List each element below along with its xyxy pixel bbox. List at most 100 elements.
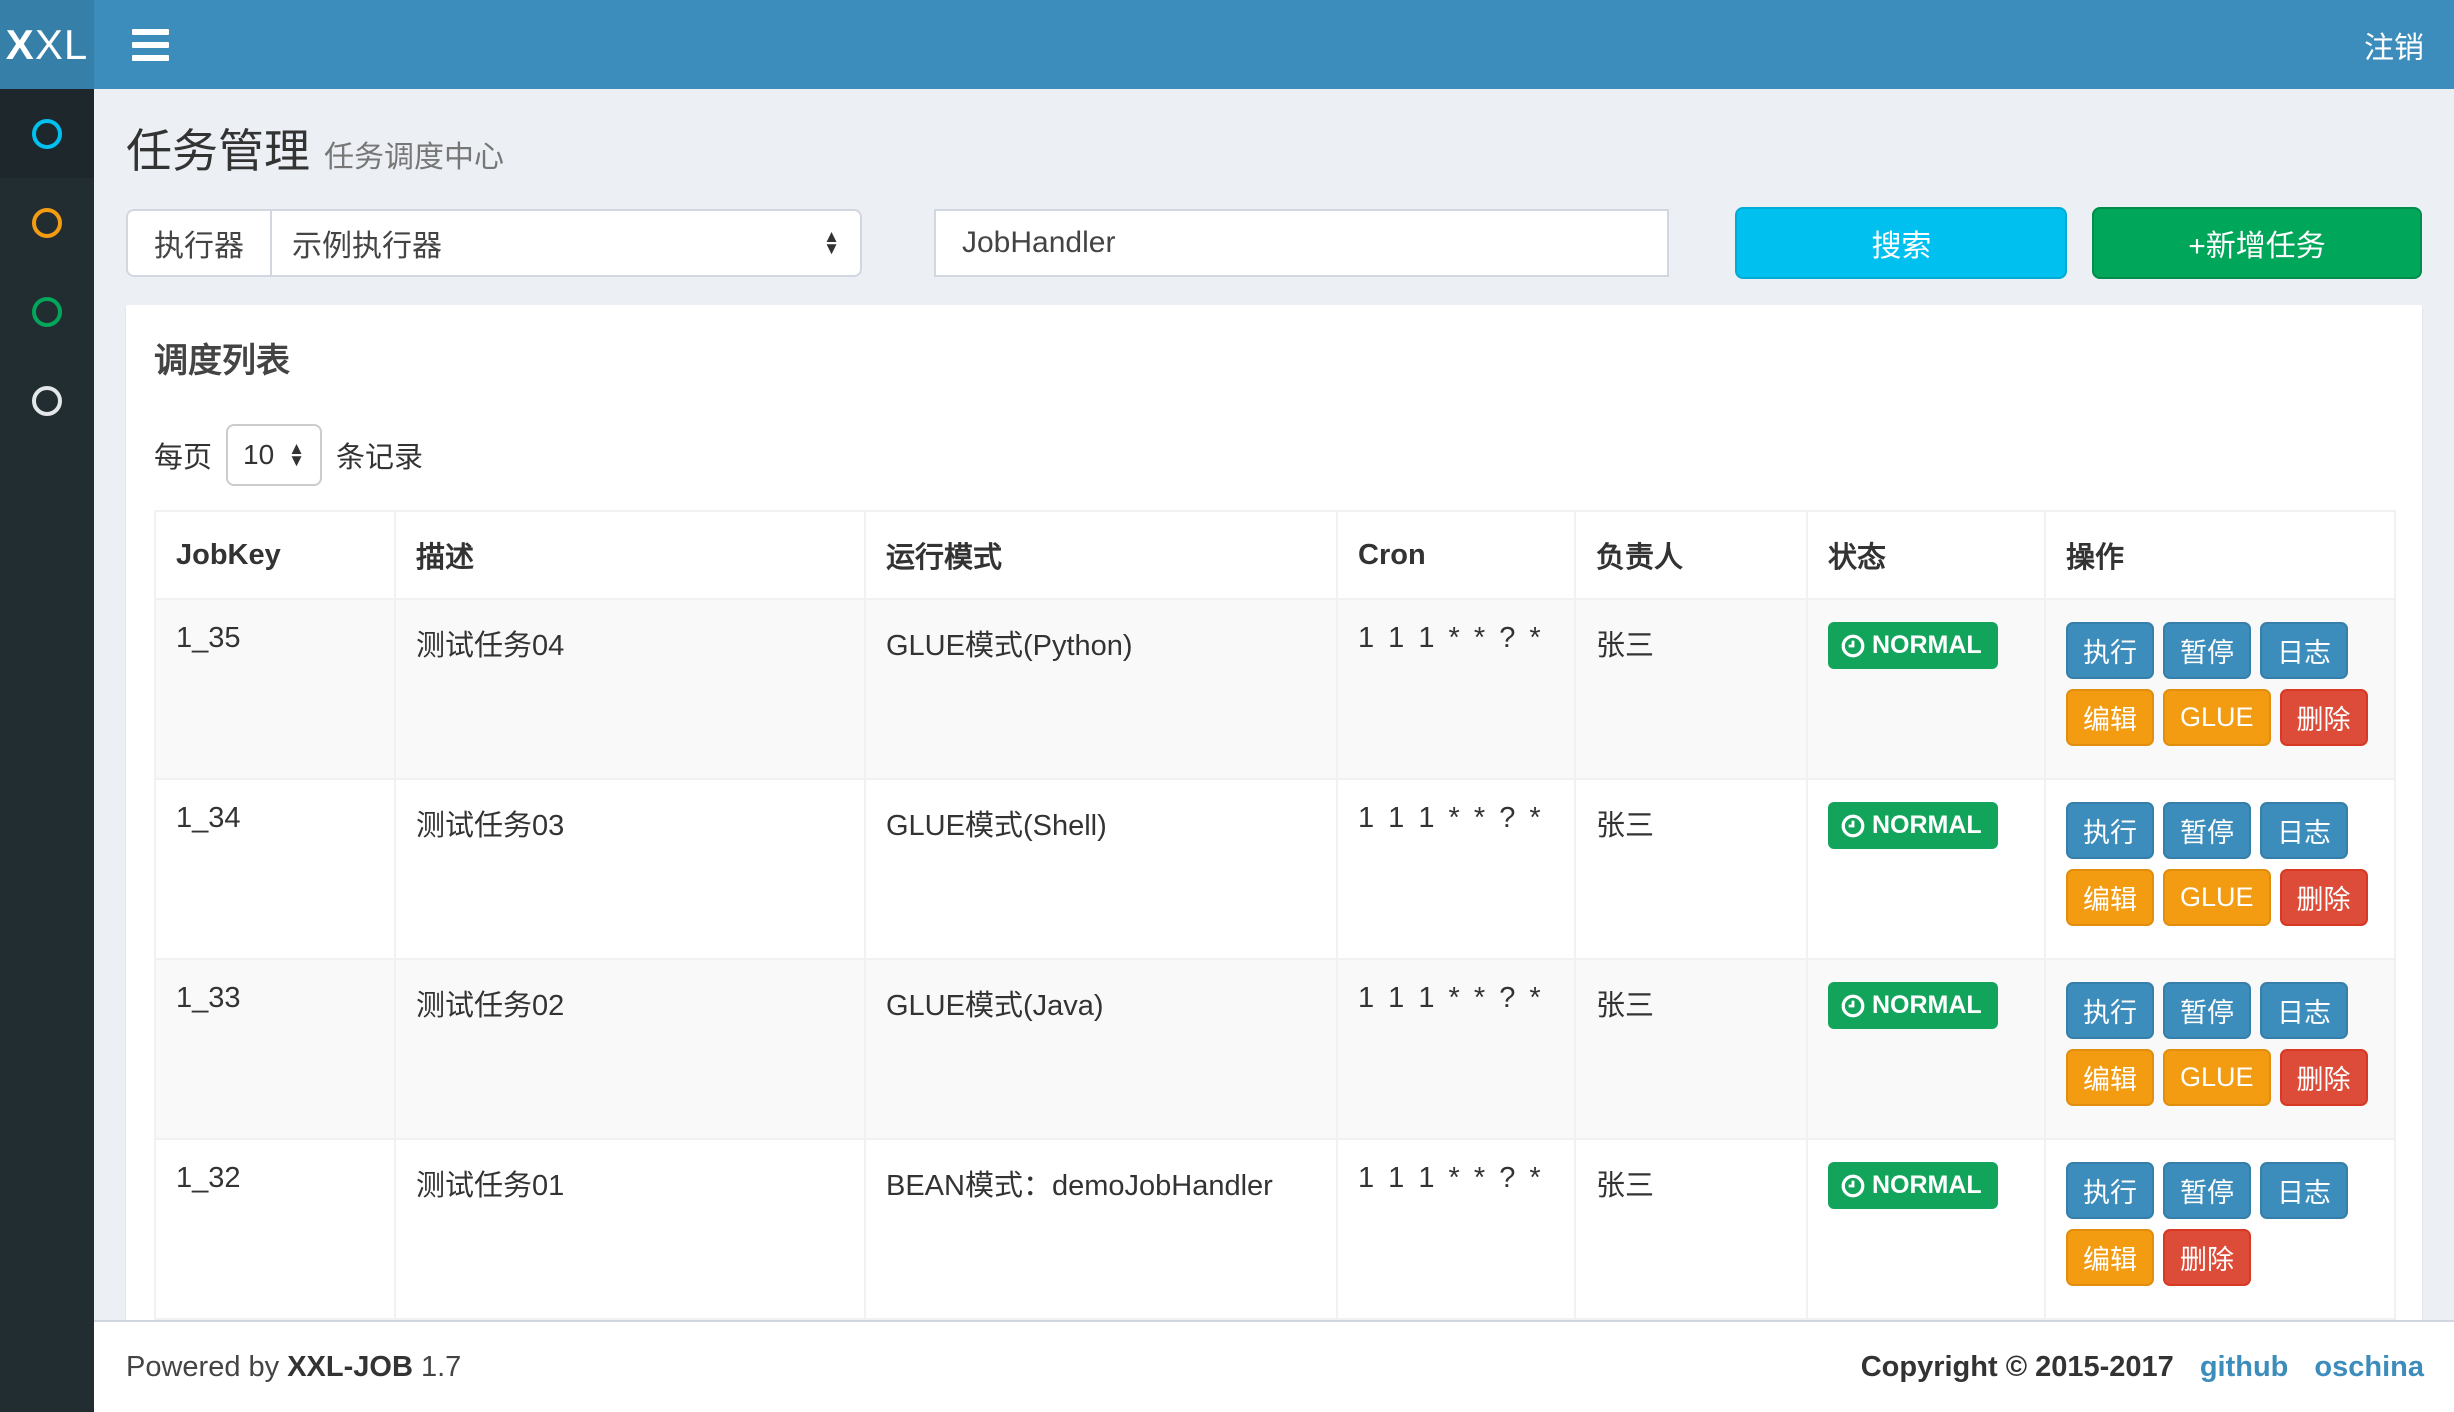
sidebar-item-job-manage[interactable] [0, 89, 94, 178]
cell-mode: GLUE模式(Python) [865, 599, 1337, 779]
schedule-list-panel: 调度列表 每页 10 ▲▼ 条记录 JobKey 描述 运行模式 Cron 负责… [126, 305, 2422, 1320]
oschina-link[interactable]: oschina [2314, 1351, 2424, 1384]
page-size-prefix: 每页 [154, 434, 212, 476]
cell-owner: 张三 [1575, 599, 1807, 779]
status-text: NORMAL [1872, 631, 1982, 660]
edit-button[interactable]: 编辑 [2066, 1049, 2154, 1106]
sidebar-item-4[interactable] [0, 356, 94, 445]
table-row: 1_33 测试任务02 GLUE模式(Java) 1 1 1 * * ? * 张… [155, 959, 2395, 1139]
run-button[interactable]: 执行 [2066, 982, 2154, 1039]
delete-button[interactable]: 删除 [2280, 1049, 2368, 1106]
logout-link[interactable]: 注销 [2364, 23, 2424, 67]
cell-jobkey: 1_35 [155, 599, 395, 779]
circle-o-icon [32, 386, 62, 416]
pause-button[interactable]: 暂停 [2163, 802, 2251, 859]
search-button[interactable]: 搜索 [1735, 207, 2067, 279]
executor-label: 执行器 [126, 209, 270, 277]
status-badge: NORMAL [1828, 802, 1998, 849]
glue-button[interactable]: GLUE [2163, 1049, 2271, 1106]
jobhandler-filter-group: JobHandler [934, 209, 1669, 277]
page-size-select[interactable]: 10 ▲▼ [226, 424, 322, 486]
select-arrows-icon: ▲▼ [823, 231, 840, 255]
edit-button[interactable]: 编辑 [2066, 1229, 2154, 1286]
col-desc: 描述 [395, 511, 865, 599]
cell-jobkey: 1_33 [155, 959, 395, 1139]
filter-toolbar: 执行器 示例执行器 ▲▼ JobHandler 搜索 +新增任务 [126, 207, 2422, 279]
status-badge: NORMAL [1828, 982, 1998, 1029]
panel-title: 调度列表 [154, 333, 2394, 382]
app-logo[interactable]: XXL [0, 0, 94, 89]
circle-o-icon [32, 208, 62, 238]
logo-text-bold: X [6, 21, 35, 69]
log-button[interactable]: 日志 [2260, 622, 2348, 679]
cell-status: NORMAL [1807, 1139, 2045, 1319]
edit-button[interactable]: 编辑 [2066, 689, 2154, 746]
product-version: 1.7 [421, 1351, 461, 1383]
cell-owner: 张三 [1575, 959, 1807, 1139]
top-navbar: XXL 注销 [0, 0, 2454, 89]
status-badge: NORMAL [1828, 1162, 1998, 1209]
cell-status: NORMAL [1807, 599, 2045, 779]
page-size-control: 每页 10 ▲▼ 条记录 [154, 424, 2394, 486]
sidebar-item-2[interactable] [0, 178, 94, 267]
cell-jobkey: 1_34 [155, 779, 395, 959]
cell-actions: 执行 暂停 日志 编辑 GLUE 删除 [2045, 599, 2395, 779]
cell-owner: 张三 [1575, 779, 1807, 959]
executor-filter-group: 执行器 示例执行器 ▲▼ [126, 209, 862, 277]
cell-owner: 张三 [1575, 1139, 1807, 1319]
pause-button[interactable]: 暂停 [2163, 622, 2251, 679]
col-owner: 负责人 [1575, 511, 1807, 599]
cell-mode: GLUE模式(Shell) [865, 779, 1337, 959]
add-job-button[interactable]: +新增任务 [2092, 207, 2422, 279]
log-button[interactable]: 日志 [2260, 1162, 2348, 1219]
cell-mode: GLUE模式(Java) [865, 959, 1337, 1139]
clock-icon [1840, 813, 1866, 839]
cell-status: NORMAL [1807, 779, 2045, 959]
pause-button[interactable]: 暂停 [2163, 982, 2251, 1039]
cell-desc: 测试任务01 [395, 1139, 865, 1319]
cell-cron: 1 1 1 * * ? * [1337, 959, 1575, 1139]
delete-button[interactable]: 删除 [2280, 869, 2368, 926]
github-link[interactable]: github [2200, 1351, 2289, 1384]
page-subtitle: 任务调度中心 [324, 132, 504, 176]
col-status: 状态 [1807, 511, 2045, 599]
clock-icon [1840, 1173, 1866, 1199]
col-cron: Cron [1337, 511, 1575, 599]
edit-button[interactable]: 编辑 [2066, 869, 2154, 926]
content-area: 任务管理任务调度中心 执行器 示例执行器 ▲▼ JobHandler 搜索 +新… [94, 89, 2454, 1320]
copyright-text: Copyright © 2015-2017 [1861, 1351, 2174, 1384]
hamburger-menu-icon[interactable] [132, 29, 169, 61]
run-button[interactable]: 执行 [2066, 622, 2154, 679]
table-row: 1_35 测试任务04 GLUE模式(Python) 1 1 1 * * ? *… [155, 599, 2395, 779]
clock-icon [1840, 993, 1866, 1019]
cell-desc: 测试任务04 [395, 599, 865, 779]
glue-button[interactable]: GLUE [2163, 689, 2271, 746]
page-title: 任务管理 [126, 115, 310, 181]
glue-button[interactable]: GLUE [2163, 869, 2271, 926]
log-button[interactable]: 日志 [2260, 802, 2348, 859]
left-sidebar [0, 89, 94, 1412]
select-arrows-icon: ▲▼ [288, 443, 305, 467]
cell-status: NORMAL [1807, 959, 2045, 1139]
delete-button[interactable]: 删除 [2280, 689, 2368, 746]
cell-cron: 1 1 1 * * ? * [1337, 779, 1575, 959]
col-actions: 操作 [2045, 511, 2395, 599]
cell-actions: 执行 暂停 日志 编辑 GLUE 删除 [2045, 779, 2395, 959]
jobhandler-input[interactable] [1141, 209, 1669, 277]
cell-actions: 执行 暂停 日志 编辑 GLUE 删除 [2045, 959, 2395, 1139]
run-button[interactable]: 执行 [2066, 802, 2154, 859]
cell-jobkey: 1_32 [155, 1139, 395, 1319]
product-name: XXL-JOB [287, 1351, 413, 1383]
executor-select[interactable]: 示例执行器 ▲▼ [270, 209, 862, 277]
run-button[interactable]: 执行 [2066, 1162, 2154, 1219]
table-header-row: JobKey 描述 运行模式 Cron 负责人 状态 操作 [155, 511, 2395, 599]
log-button[interactable]: 日志 [2260, 982, 2348, 1039]
delete-button[interactable]: 删除 [2163, 1229, 2251, 1286]
powered-by-text: Powered by XXL-JOB 1.7 [126, 1351, 461, 1384]
pause-button[interactable]: 暂停 [2163, 1162, 2251, 1219]
executor-selected-value: 示例执行器 [292, 221, 823, 265]
page-footer: Powered by XXL-JOB 1.7 Copyright © 2015-… [94, 1320, 2454, 1412]
sidebar-item-3[interactable] [0, 267, 94, 356]
col-jobkey: JobKey [155, 511, 395, 599]
page-size-suffix: 条记录 [336, 434, 423, 476]
